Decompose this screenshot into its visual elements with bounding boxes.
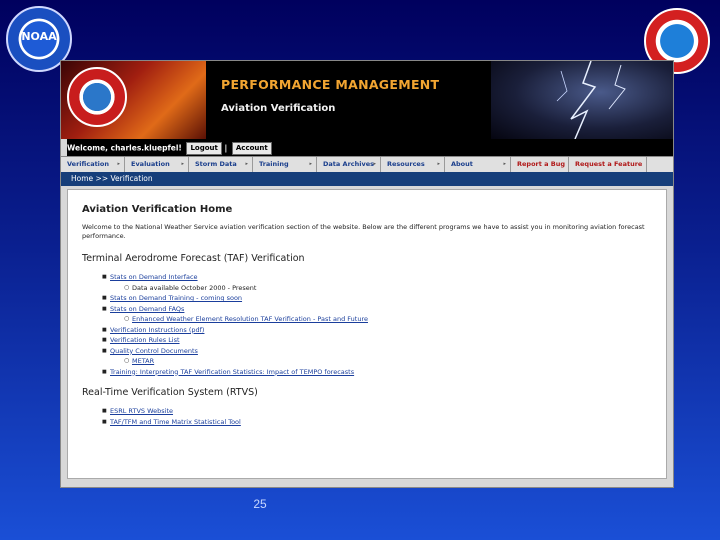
esrl-rtvs-link[interactable]: ESRL RTVS Website: [110, 407, 173, 415]
arrow-icon: ▸: [373, 161, 376, 167]
logout-button[interactable]: Logout: [186, 141, 222, 155]
nav-label: Data Archives: [323, 160, 374, 168]
nav-report-bug[interactable]: Report a Bug: [511, 157, 569, 172]
lightning-image: [491, 61, 673, 139]
nav-label: Verification: [67, 160, 110, 168]
nav-evaluation[interactable]: Evaluation ▸: [125, 157, 189, 172]
nav-label: Evaluation: [131, 160, 170, 168]
nav-about[interactable]: About ▸: [445, 157, 511, 172]
site-title: PERFORMANCE MANAGEMENT: [221, 77, 440, 92]
welcome-bar: Welcome, charles.kluepfel! Logout | Acco…: [67, 139, 673, 156]
nav-training[interactable]: Training ▸: [253, 157, 317, 172]
nav-label: Storm Data: [195, 160, 237, 168]
nws-badge-icon: [67, 67, 127, 127]
qc-documents-link[interactable]: Quality Control Documents: [110, 347, 198, 355]
welcome-text: Welcome, charles.kluepfel!: [67, 143, 182, 153]
tempo-training-link[interactable]: Training: Interpreting TAF Verification …: [110, 368, 354, 376]
arrow-icon: ▸: [245, 161, 248, 167]
website-screenshot: PERFORMANCE MANAGEMENT Aviation Verifica…: [60, 60, 674, 488]
verification-instructions-link[interactable]: Verification Instructions (pdf): [110, 326, 204, 334]
arrow-icon: ▸: [117, 161, 120, 167]
arrow-icon: ▸: [503, 161, 506, 167]
header-banner-left: [61, 61, 206, 139]
site-subtitle: Aviation Verification: [221, 103, 336, 114]
list-item: ESRL RTVS Website: [102, 406, 652, 417]
verification-rules-link[interactable]: Verification Rules List: [110, 336, 180, 344]
nav-data-archives[interactable]: Data Archives ▸: [317, 157, 381, 172]
site-header: PERFORMANCE MANAGEMENT Aviation Verifica…: [61, 61, 673, 139]
noaa-logo-text: NOAA: [21, 30, 57, 43]
page-title: Aviation Verification Home: [82, 204, 233, 215]
intro-text: Welcome to the National Weather Service …: [82, 223, 645, 240]
nav-request-feature[interactable]: Request a Feature: [569, 157, 647, 172]
stats-on-demand-link[interactable]: Stats on Demand Interface: [110, 273, 198, 281]
sod-faq-link[interactable]: Stats on Demand FAQs: [110, 305, 184, 313]
nav-label: Training: [259, 160, 289, 168]
nav-label: About: [451, 160, 473, 168]
list-item: Stats on Demand FAQs Enhanced Weather El…: [102, 304, 652, 325]
list-item: Enhanced Weather Element Resolution TAF …: [124, 314, 652, 325]
list-item: Verification Rules List: [102, 335, 652, 346]
nav-storm-data[interactable]: Storm Data ▸: [189, 157, 253, 172]
rtvs-list: ESRL RTVS Website TAF/TFM and Time Matri…: [82, 406, 652, 427]
header-separator: |: [224, 143, 228, 153]
nav-verification[interactable]: Verification ▸: [61, 157, 125, 172]
main-nav: Verification ▸ Evaluation ▸ Storm Data ▸ Tr…: [61, 156, 673, 173]
list-item: METAR: [124, 356, 652, 367]
breadcrumb: Home >> Verification: [61, 172, 673, 186]
sod-training-link[interactable]: Stats on Demand Training - coming soon: [110, 294, 242, 302]
list-item: Training: Interpreting TAF Verification …: [102, 367, 652, 378]
main-content: Aviation Verification Home Welcome to th…: [67, 189, 667, 479]
list-item: TAF/TFM and Time Matrix Statistical Tool: [102, 417, 652, 428]
nav-resources[interactable]: Resources ▸: [381, 157, 445, 172]
enhanced-resolution-link[interactable]: Enhanced Weather Element Resolution TAF …: [132, 315, 368, 323]
list-item: Quality Control Documents METAR: [102, 346, 652, 367]
list-item: Stats on Demand Training - coming soon: [102, 293, 652, 304]
rtvs-section-title: Real-Time Verification System (RTVS): [82, 387, 258, 398]
account-button[interactable]: Account: [231, 141, 272, 155]
arrow-icon: ▸: [181, 161, 184, 167]
taf-section-title: Terminal Aerodrome Forecast (TAF) Verifi…: [82, 253, 305, 264]
taf-tfm-tool-link[interactable]: TAF/TFM and Time Matrix Statistical Tool: [110, 418, 241, 426]
list-item: Verification Instructions (pdf): [102, 325, 652, 336]
list-item: Data available October 2000 - Present: [124, 283, 652, 294]
nav-label: Resources: [387, 160, 425, 168]
metar-link[interactable]: METAR: [132, 357, 154, 365]
lightning-icon: [556, 61, 626, 139]
arrow-icon: ▸: [309, 161, 312, 167]
arrow-icon: ▸: [437, 161, 440, 167]
list-item: Stats on Demand Interface Data available…: [102, 272, 652, 293]
taf-list: Stats on Demand Interface Data available…: [82, 272, 652, 377]
slide-number: 25: [253, 497, 267, 511]
